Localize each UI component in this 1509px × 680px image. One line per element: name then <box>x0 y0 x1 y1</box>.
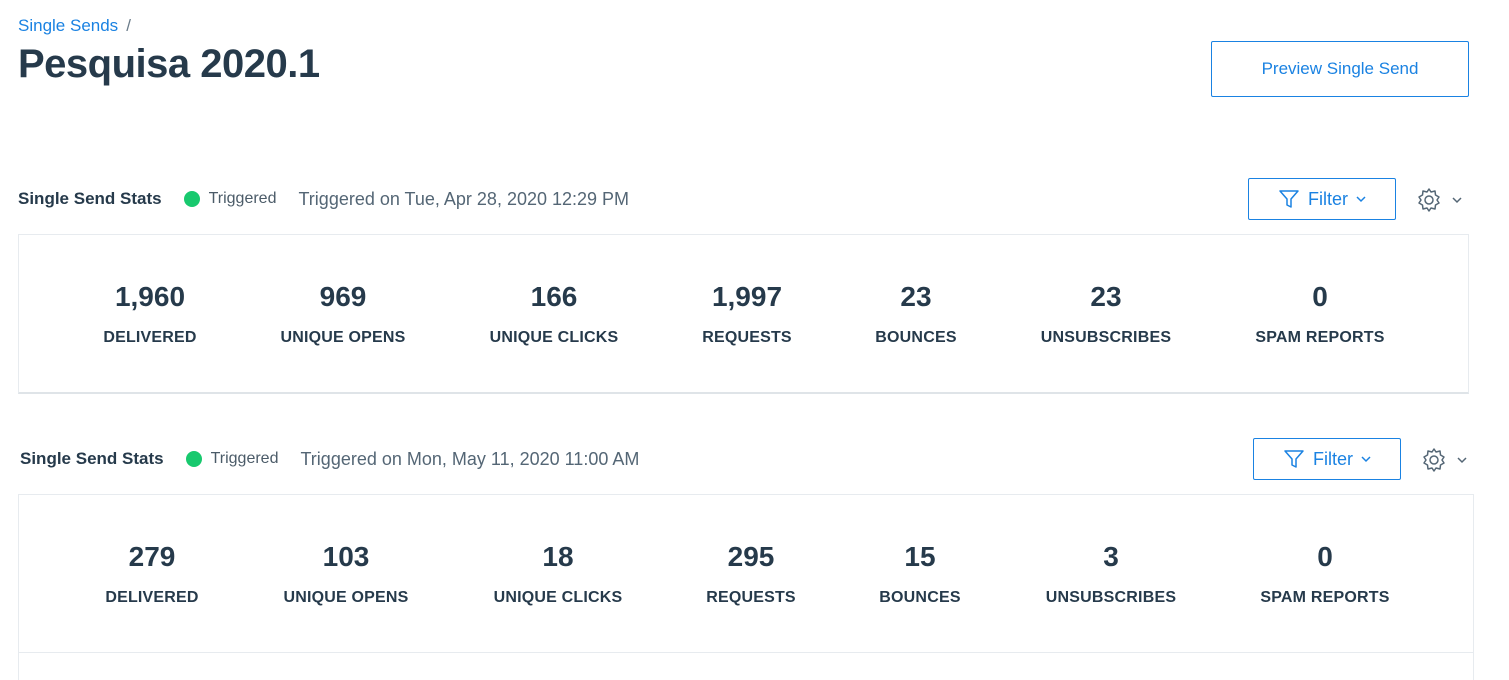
stats-card-partial <box>18 652 1474 680</box>
status-label: Triggered <box>208 190 277 207</box>
stat-label: UNSUBSCRIBES <box>1045 589 1177 606</box>
stat-value: 279 <box>128 541 176 572</box>
stat-label: UNIQUE OPENS <box>283 589 409 606</box>
filter-funnel-icon <box>1284 450 1304 468</box>
triggered-date: Triggered on Tue, Apr 28, 2020 12:29 PM <box>298 188 630 209</box>
breadcrumb: Single Sends / <box>18 16 131 36</box>
stat-value: 23 <box>900 281 932 312</box>
stat-value: 0 <box>1312 281 1328 312</box>
stat-value: 1,960 <box>114 281 186 312</box>
stat-label: DELIVERED <box>103 329 197 346</box>
status-dot-icon <box>185 451 202 467</box>
breadcrumb-link-single-sends[interactable]: Single Sends <box>18 16 118 36</box>
stat-value: 166 <box>530 281 578 312</box>
filter-button[interactable]: Filter <box>1248 178 1396 220</box>
filter-button[interactable]: Filter <box>1253 438 1401 480</box>
filter-label: Filter <box>1313 448 1353 469</box>
stat-label: UNSUBSCRIBES <box>1040 329 1172 346</box>
stats-card: 1,960 DELIVERED 969 UNIQUE OPENS 166 UNIQUE… <box>18 234 1469 394</box>
settings-menu[interactable] <box>1421 447 1467 473</box>
preview-single-send-button[interactable]: Preview Single Send <box>1211 41 1469 97</box>
stat-label: UNIQUE OPENS <box>280 329 406 346</box>
gear-icon <box>1423 448 1445 472</box>
stat-value: 0 <box>1317 541 1333 572</box>
stat-label: BOUNCES <box>875 329 957 346</box>
gear-icon <box>1418 188 1440 212</box>
stat-label: SPAM REPORTS <box>1255 329 1385 346</box>
stat-label: BOUNCES <box>879 589 961 606</box>
stat-label: UNIQUE CLICKS <box>493 589 623 606</box>
stat-value: 969 <box>319 281 367 312</box>
stat-value: 3 <box>1103 541 1119 572</box>
chevron-down-icon <box>1356 196 1366 203</box>
filter-label: Filter <box>1308 188 1348 209</box>
chevron-down-icon <box>1452 197 1462 204</box>
breadcrumb-separator: / <box>126 16 131 35</box>
stat-value: 23 <box>1090 281 1122 312</box>
stats-section-header: Single Send Stats Triggered Triggered on… <box>20 437 639 481</box>
page-title: Pesquisa 2020.1 <box>18 42 320 86</box>
stat-label: SPAM REPORTS <box>1260 589 1390 606</box>
stat-label: UNIQUE CLICKS <box>489 329 619 346</box>
filter-funnel-icon <box>1279 190 1299 208</box>
stats-section-header: Single Send Stats Triggered Triggered on… <box>18 177 629 221</box>
status-dot-icon <box>183 191 200 207</box>
stat-value: 103 <box>322 541 370 572</box>
chevron-down-icon <box>1457 457 1467 464</box>
stat-value: 18 <box>542 541 574 572</box>
settings-menu[interactable] <box>1416 187 1462 213</box>
chevron-down-icon <box>1361 456 1371 463</box>
triggered-date: Triggered on Mon, May 11, 2020 11:00 AM <box>300 448 640 469</box>
stat-value: 15 <box>904 541 936 572</box>
section-title: Single Send Stats <box>18 189 162 208</box>
stats-card: 279 DELIVERED 103 UNIQUE OPENS 18 UNIQUE CL… <box>18 494 1474 654</box>
status-label: Triggered <box>210 450 279 467</box>
stat-label: DELIVERED <box>105 589 199 606</box>
section-title: Single Send Stats <box>20 449 164 468</box>
